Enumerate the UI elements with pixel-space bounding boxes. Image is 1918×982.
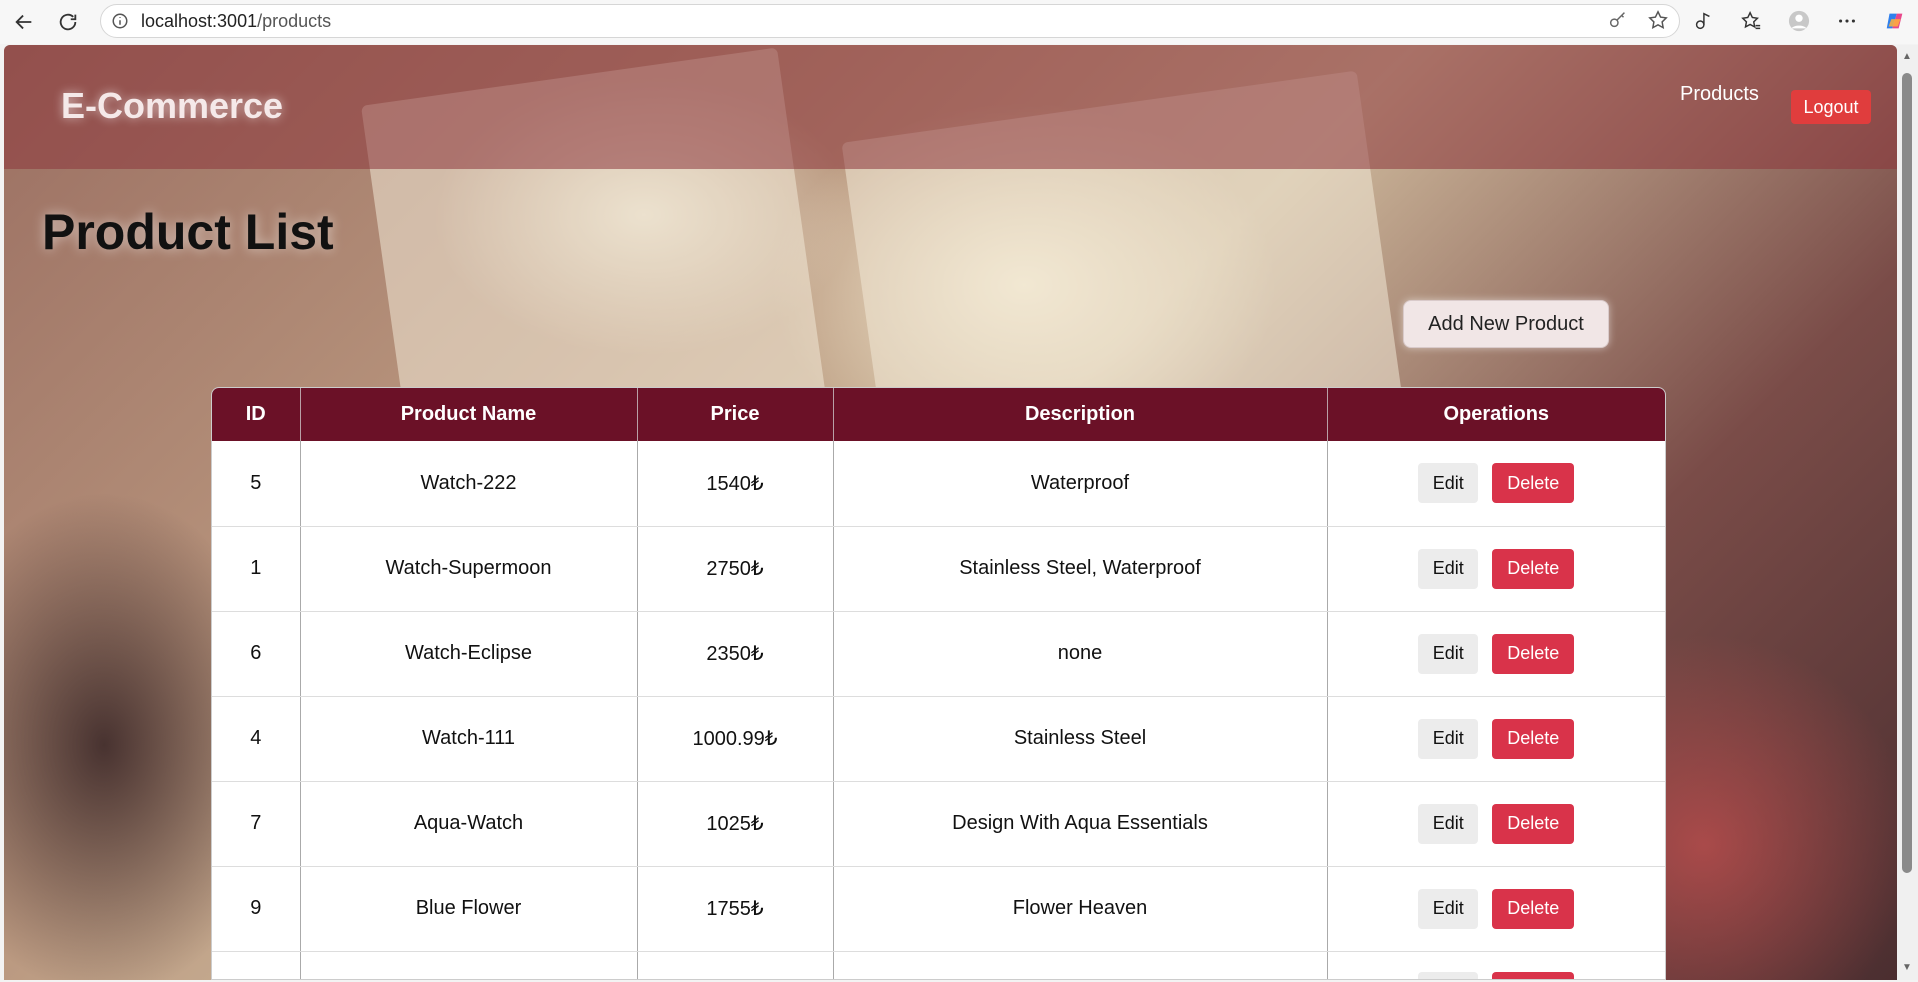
favorites-icon[interactable] — [1736, 6, 1766, 36]
cell-operations: Edit Delete — [1327, 696, 1665, 782]
cell-name — [300, 951, 638, 979]
key-icon[interactable] — [1607, 9, 1629, 31]
table-header-row: ID Product Name Price Description Operat… — [212, 388, 1665, 441]
cell-price: 1755₺ — [637, 866, 834, 952]
cell-operations: Edit Delete — [1327, 441, 1665, 527]
cell-description: Waterproof — [833, 441, 1328, 527]
brand-logo[interactable]: E-Commerce — [61, 85, 283, 127]
back-icon[interactable] — [6, 4, 42, 40]
add-new-product-button[interactable]: Add New Product — [1403, 300, 1609, 348]
cell-name: Aqua-Watch — [300, 781, 638, 867]
cell-description — [833, 951, 1328, 979]
scroll-up-arrow-icon[interactable]: ▲ — [1901, 51, 1913, 63]
delete-button[interactable]: Delete — [1492, 718, 1575, 759]
page-scrollbar[interactable]: ▲ ▼ — [1897, 45, 1918, 980]
page-title: Product List — [42, 204, 334, 260]
table-row: 1 Watch-Supermoon 2750₺ Stainless Steel,… — [212, 526, 1665, 612]
delete-button[interactable] — [1492, 971, 1575, 979]
edit-button[interactable]: Edit — [1418, 548, 1479, 589]
cell-price: 1025₺ — [637, 781, 834, 867]
browser-actions — [1688, 4, 1910, 38]
cell-operations — [1327, 951, 1665, 979]
logout-button[interactable]: Logout — [1791, 90, 1871, 124]
cell-name: Watch-111 — [300, 696, 638, 782]
table-row: 9 Blue Flower 1755₺ Flower Heaven Edit De… — [212, 866, 1665, 952]
edit-button[interactable]: Edit — [1418, 888, 1479, 929]
cell-description: Design With Aqua Essentials — [833, 781, 1328, 867]
edit-button[interactable] — [1418, 971, 1479, 979]
cell-price: 1000.99₺ — [637, 696, 834, 782]
cell-operations: Edit Delete — [1327, 526, 1665, 612]
table-row: 6 Watch-Eclipse 2350₺ none Edit Delete — [212, 611, 1665, 697]
cell-name: Watch-Eclipse — [300, 611, 638, 697]
url-path: /products — [257, 10, 332, 31]
cell-id: 7 — [212, 781, 301, 867]
cell-price: 2750₺ — [637, 526, 834, 612]
delete-button[interactable]: Delete — [1492, 548, 1575, 589]
cell-id: 4 — [212, 696, 301, 782]
browser-toolbar: localhost:3001/products — [0, 0, 1918, 44]
column-header-description: Description — [833, 388, 1328, 441]
cell-name: Watch-222 — [300, 441, 638, 527]
info-icon[interactable] — [111, 12, 129, 30]
cell-price: 1540₺ — [637, 441, 834, 527]
reload-icon[interactable] — [50, 4, 86, 40]
product-table: ID Product Name Price Description Operat… — [211, 387, 1666, 980]
column-header-id: ID — [212, 388, 301, 441]
cell-id: 1 — [212, 526, 301, 612]
cell-operations: Edit Delete — [1327, 611, 1665, 697]
url-host: localhost:3001 — [141, 10, 258, 31]
table-row: 4 Watch-111 1000.99₺ Stainless Steel Edi… — [212, 696, 1665, 782]
edit-button[interactable]: Edit — [1418, 633, 1479, 674]
delete-button[interactable]: Delete — [1492, 888, 1575, 929]
column-header-price: Price — [637, 388, 834, 441]
cell-id: 9 — [212, 866, 301, 952]
extensions-icon[interactable] — [1688, 6, 1718, 36]
nav-products-link[interactable]: Products — [1680, 83, 1759, 106]
cell-description: none — [833, 611, 1328, 697]
address-actions — [1607, 9, 1669, 31]
cell-description: Stainless Steel, Waterproof — [833, 526, 1328, 612]
cell-price: 2350₺ — [637, 611, 834, 697]
table-row: 5 Watch-222 1540₺ Waterproof Edit Delete — [212, 441, 1665, 527]
cell-description: Flower Heaven — [833, 866, 1328, 952]
cell-description: Stainless Steel — [833, 696, 1328, 782]
address-bar[interactable]: localhost:3001/products — [100, 4, 1680, 38]
cell-id — [212, 951, 301, 979]
table-row: 7 Aqua-Watch 1025₺ Design With Aqua Esse… — [212, 781, 1665, 867]
delete-button[interactable]: Delete — [1492, 803, 1575, 844]
delete-button[interactable]: Delete — [1492, 633, 1575, 674]
cell-id: 5 — [212, 441, 301, 527]
edit-button[interactable]: Edit — [1418, 803, 1479, 844]
cell-price — [637, 951, 834, 979]
copilot-icon[interactable] — [1880, 6, 1910, 36]
more-icon[interactable] — [1832, 6, 1862, 36]
scroll-thumb[interactable] — [1902, 73, 1912, 873]
column-header-operations: Operations — [1327, 388, 1665, 441]
edit-button[interactable]: Edit — [1418, 463, 1479, 504]
column-header-name: Product Name — [300, 388, 638, 441]
cell-name: Watch-Supermoon — [300, 526, 638, 612]
url-text: localhost:3001/products — [141, 11, 331, 32]
table-row-partial — [212, 951, 1665, 979]
cell-operations: Edit Delete — [1327, 866, 1665, 952]
cell-operations: Edit Delete — [1327, 781, 1665, 867]
delete-button[interactable]: Delete — [1492, 463, 1575, 504]
cell-name: Blue Flower — [300, 866, 638, 952]
site-header: E-Commerce Products Logout — [4, 45, 1897, 169]
cell-id: 6 — [212, 611, 301, 697]
scroll-down-arrow-icon[interactable]: ▼ — [1901, 962, 1913, 974]
page-viewport: E-Commerce Products Logout Product List … — [4, 45, 1897, 980]
star-icon[interactable] — [1647, 9, 1669, 31]
profile-icon[interactable] — [1784, 6, 1814, 36]
edit-button[interactable]: Edit — [1418, 718, 1479, 759]
